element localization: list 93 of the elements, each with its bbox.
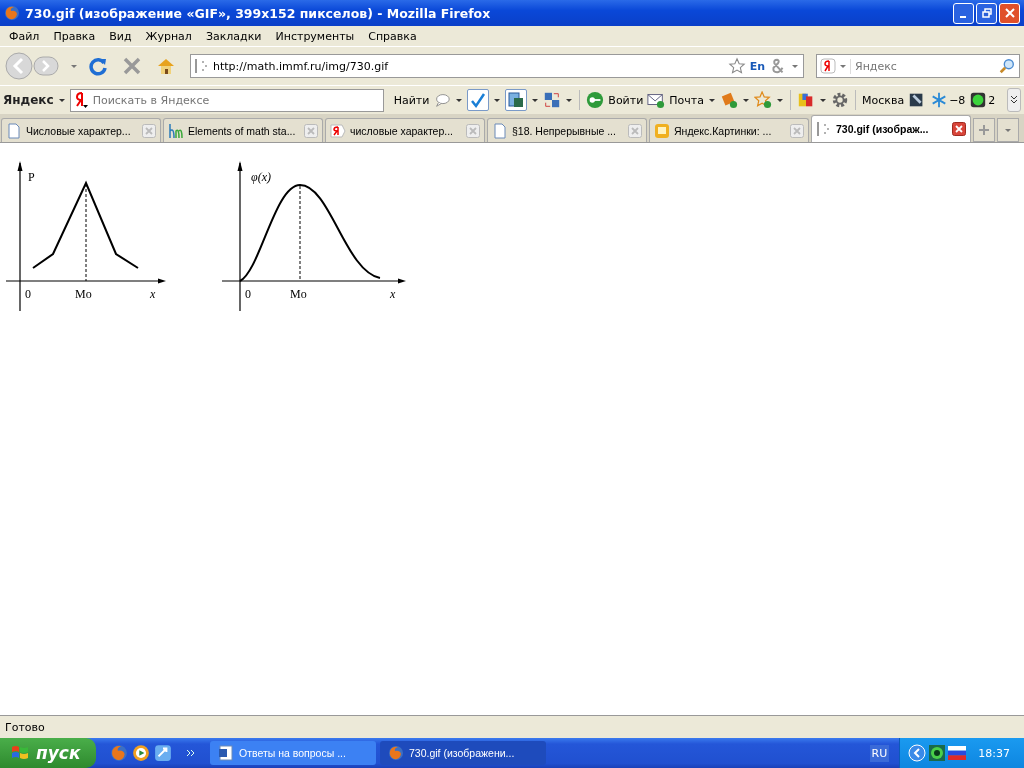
y-axis-label: P: [28, 170, 35, 184]
restore-icon: [981, 8, 992, 18]
more-tools-button[interactable]: [1007, 88, 1021, 112]
mode-label: Mo: [290, 287, 307, 301]
yandex-logo[interactable]: Яндекс: [3, 93, 54, 107]
dropdown-icon[interactable]: [819, 96, 827, 104]
menu-item[interactable]: Закладки: [198, 29, 269, 43]
x-axis-label: x: [150, 287, 156, 301]
search-field[interactable]: Яндекс: [816, 54, 1020, 78]
firefox-icon: [4, 5, 20, 21]
login-button[interactable]: Войти: [608, 93, 644, 107]
menu-item[interactable]: Правка: [46, 29, 103, 43]
dropdown-icon[interactable]: [455, 96, 464, 104]
browser-tab[interactable]: §18. Непрерывные ...: [487, 118, 647, 142]
settings-icon[interactable]: [831, 91, 849, 109]
dropdown-icon: [1004, 126, 1012, 134]
close-button[interactable]: [999, 2, 1020, 24]
mail-button[interactable]: Почта: [669, 93, 704, 107]
mail-icon[interactable]: [647, 91, 666, 109]
dropdown-icon[interactable]: [742, 96, 750, 104]
origin-label: 0: [245, 287, 251, 301]
media-player-icon[interactable]: [132, 744, 150, 762]
menu-item[interactable]: Файл: [2, 29, 47, 43]
page-icon: [492, 122, 508, 139]
close-tab-icon[interactable]: [952, 122, 966, 136]
yandex-icon: [820, 58, 836, 74]
address-bar[interactable]: http://math.immf.ru/img/730.gif En: [190, 54, 804, 78]
browser-tab[interactable]: Яндекс.Картинки: ...: [649, 118, 809, 142]
hm-icon: [168, 122, 184, 139]
translate-icon[interactable]: [543, 91, 562, 109]
yandex-letter-icon: [73, 91, 88, 109]
menu-item[interactable]: Журнал: [138, 29, 199, 43]
word-document-icon: [218, 745, 234, 761]
taskbar-button[interactable]: Ответы на вопросы ...: [210, 741, 376, 765]
browser-icon[interactable]: [154, 744, 172, 762]
key-icon[interactable]: [586, 91, 605, 109]
url-text: http://math.immf.ru/img/730.gif: [213, 59, 390, 73]
browser-tab[interactable]: Числовые характер...: [1, 118, 161, 142]
browser-tab[interactable]: Elements of math sta...: [163, 118, 323, 142]
start-button[interactable]: пуск: [0, 738, 96, 768]
star-icon[interactable]: [754, 91, 772, 109]
menu-item[interactable]: Инструменты: [268, 29, 362, 43]
find-button[interactable]: Найти: [393, 93, 430, 107]
traffic-light-icon[interactable]: [969, 91, 988, 109]
menu-item[interactable]: Справка: [361, 29, 424, 43]
browser-tab[interactable]: 730.gif (изображ...: [811, 115, 971, 142]
minimize-icon: [959, 16, 966, 18]
language-indicator[interactable]: En: [749, 59, 765, 73]
dropdown-icon[interactable]: [839, 62, 847, 70]
document-icon[interactable]: [505, 89, 528, 111]
eye-icon[interactable]: [928, 744, 947, 762]
star-icon[interactable]: [727, 57, 746, 75]
home-icon[interactable]: [156, 56, 176, 76]
show-hidden-icons-button[interactable]: [908, 744, 927, 762]
temperature-label: −8: [949, 93, 966, 107]
loading-icon: [195, 58, 209, 74]
language-indicator[interactable]: RU: [869, 744, 890, 762]
plus-icon: [978, 124, 990, 136]
images-icon: [654, 122, 670, 139]
flag-icon[interactable]: [948, 744, 967, 762]
yandex-search-field[interactable]: Поискать в Яндексе: [69, 88, 384, 112]
window-title: 730.gif (изображение «GIF», 399x152 пикселов) - Mozilla Firefox: [25, 5, 491, 21]
clock: 18:37: [978, 746, 1010, 760]
dropdown-icon[interactable]: [708, 96, 716, 104]
browser-tab[interactable]: числовые характер...: [325, 118, 485, 142]
minimize-button[interactable]: [953, 2, 974, 24]
firefox-icon: [388, 745, 404, 761]
city-label[interactable]: Москва: [862, 93, 905, 107]
reload-icon[interactable]: [88, 56, 108, 76]
dropdown-icon[interactable]: [776, 96, 784, 104]
y-axis-label: φ(x): [251, 170, 271, 184]
dropdown-icon[interactable]: [565, 96, 574, 104]
status-text: Готово: [5, 720, 45, 734]
loading-icon: [816, 121, 832, 137]
close-icon: [1004, 8, 1015, 18]
menu-item[interactable]: Вид: [102, 29, 139, 43]
search-icon[interactable]: [998, 57, 1016, 75]
x-axis-label: x: [390, 287, 396, 301]
yandex-icon: [330, 122, 346, 139]
restore-button[interactable]: [976, 2, 997, 24]
mode-label: Mo: [75, 287, 92, 301]
dropdown-icon[interactable]: [531, 96, 540, 104]
dropdown-icon[interactable]: [57, 96, 66, 104]
origin-label: 0: [25, 287, 31, 301]
double-chevron-icon: [1010, 95, 1018, 105]
dropdown-icon[interactable]: [493, 96, 502, 104]
traffic-level: 2: [988, 93, 996, 107]
spellcheck-icon[interactable]: [467, 89, 490, 111]
cube-icon[interactable]: [797, 91, 815, 109]
taskbar-button[interactable]: 730.gif (изображени...: [380, 741, 546, 765]
dropdown-icon[interactable]: [791, 62, 799, 70]
page-icon: [6, 122, 22, 139]
chevron-icon[interactable]: [186, 748, 196, 758]
